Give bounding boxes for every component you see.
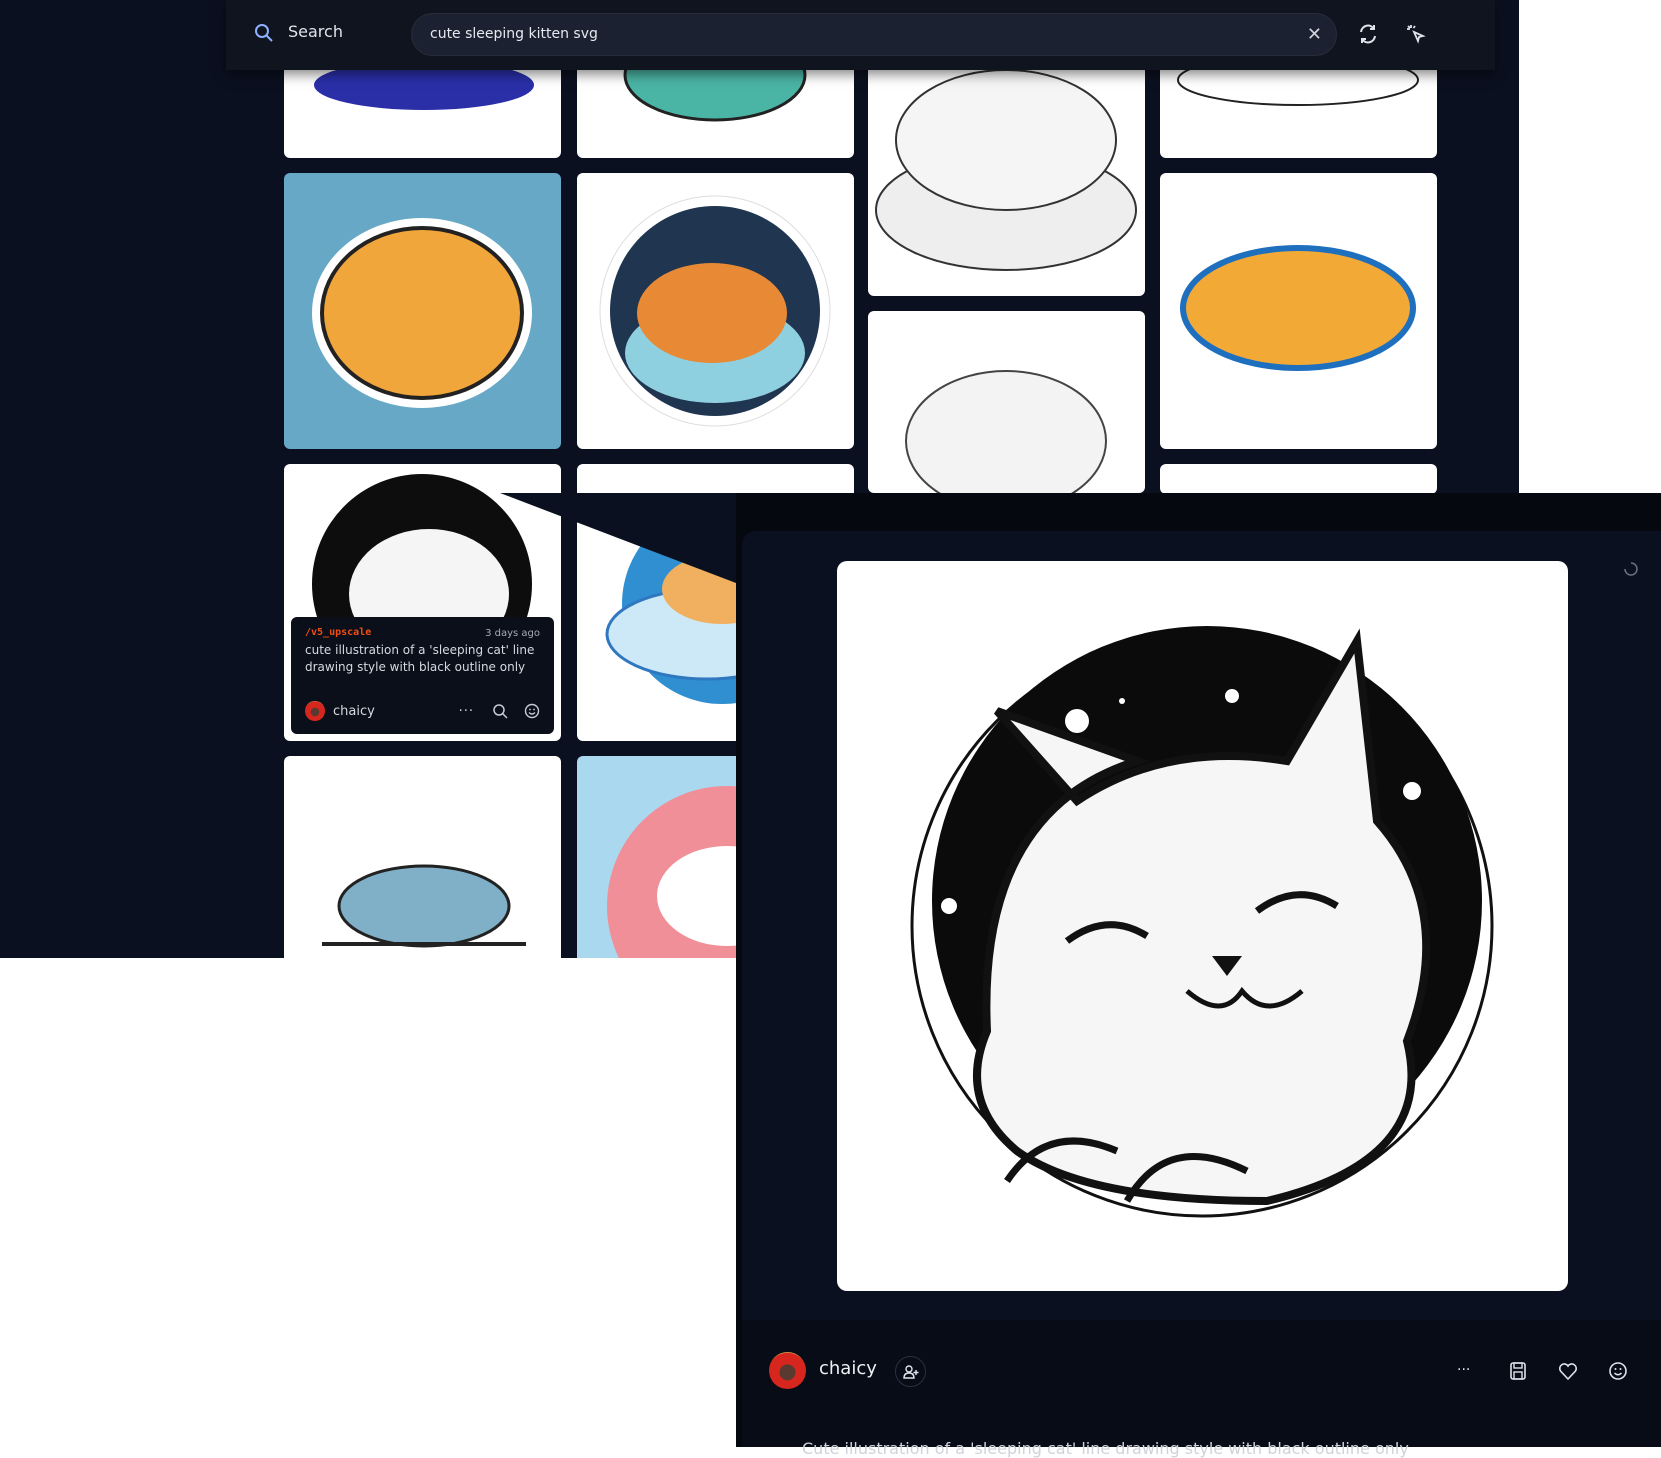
add-user-icon [903,1365,919,1379]
search-query: cute sleeping kitten svg [430,26,598,42]
save-icon[interactable] [1507,1360,1529,1382]
search-button[interactable]: Search [255,22,343,42]
cursor-click-icon[interactable] [1404,22,1428,46]
hover-card[interactable]: /v5_upscale 3 days ago cute illustration… [291,617,554,734]
image-description: Cute illustration of a 'sleeping cat' li… [802,1439,1409,1458]
prompt-text: cute illustration of a 'sleeping cat' li… [305,643,535,674]
image-tile[interactable] [577,173,854,449]
refresh-icon[interactable] [1356,22,1380,46]
heart-icon[interactable] [1557,1360,1579,1382]
image-tile[interactable] [284,173,561,449]
search-header: Search cute sleeping kitten svg ✕ [226,0,1495,70]
image-tile[interactable] [284,60,561,158]
more-icon[interactable]: ··· [459,704,474,719]
username[interactable]: chaicy [819,1358,877,1379]
emoji-icon[interactable] [1607,1360,1629,1382]
username[interactable]: chaicy [333,704,375,719]
main-image[interactable] [837,561,1568,1291]
search-input[interactable]: cute sleeping kitten svg ✕ [411,13,1337,56]
more-icon[interactable]: ··· [1457,1362,1479,1384]
search-icon [255,24,273,42]
image-tile[interactable] [868,311,1145,493]
search-label: Search [288,22,343,41]
detail-footer: chaicy ··· Cute illustration of a 'sleep… [742,1320,1661,1458]
search-icon[interactable] [492,703,508,719]
image-tile[interactable] [577,60,854,158]
timestamp: 3 days ago [485,628,540,639]
avatar[interactable] [769,1352,806,1389]
follow-button[interactable] [895,1356,926,1387]
image-tile[interactable] [1160,464,1437,494]
close-icon[interactable]: ✕ [1307,14,1322,55]
overlay-edge [500,493,736,583]
image-tile[interactable] [1160,173,1437,449]
loading-spinner-icon [1624,562,1638,576]
image-tile[interactable] [1160,60,1437,158]
image-tile[interactable] [868,60,1145,296]
avatar[interactable] [305,701,325,721]
emoji-icon[interactable] [524,703,540,719]
image-tile[interactable] [284,756,561,958]
